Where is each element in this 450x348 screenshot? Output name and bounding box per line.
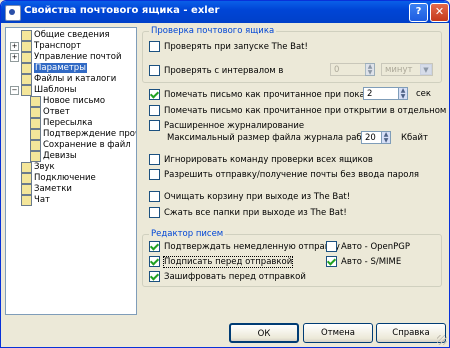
tree-item-notes[interactable]: Заметки — [10, 184, 72, 195]
tree-item-chat[interactable]: Чат — [10, 195, 50, 206]
ignore-check-all-checkbox[interactable] — [149, 154, 160, 165]
tree-item-sound[interactable]: Звук — [10, 162, 55, 173]
app-icon — [5, 5, 21, 21]
save-file-icon — [30, 140, 41, 151]
tree-item-mail-management[interactable]: + Управление почтой — [10, 52, 121, 63]
check-on-start-row[interactable]: Проверять при запуске The Bat! — [149, 41, 308, 53]
close-button[interactable]: ✕ — [430, 3, 449, 22]
collapse-icon[interactable]: − — [10, 86, 19, 95]
allow-send-row[interactable]: Разрешить отправку/получение почты без в… — [149, 169, 419, 181]
compress-folders-row[interactable]: Сжать все папки при выходе из The Bat! — [149, 207, 347, 219]
extended-log-row[interactable]: Расширенное журналирование — [149, 120, 304, 132]
reply-icon — [30, 107, 41, 118]
tree-item-save-file[interactable]: Сохранение в файл — [30, 140, 131, 151]
auto-openpgp-row[interactable]: Авто - OpenPGP — [326, 241, 410, 253]
sign-before-send-checkbox[interactable] — [149, 256, 160, 267]
help-title-button[interactable]: ? — [409, 3, 428, 22]
tree-item-new-mail[interactable]: Новое письмо — [30, 96, 105, 107]
page-icon — [21, 30, 32, 41]
tree-item-transport[interactable]: + Транспорт — [10, 41, 81, 52]
window-title: Свойства почтового ящика - exler — [24, 5, 220, 16]
interval-spinner[interactable]: ▲ ▼ — [365, 63, 375, 76]
params-icon — [21, 63, 32, 74]
encrypt-before-send-checkbox[interactable] — [149, 271, 160, 282]
allow-send-checkbox[interactable] — [149, 169, 160, 180]
tree-item-connection[interactable]: Подключение — [10, 173, 96, 184]
tree-item-parameters[interactable]: Параметры — [10, 63, 87, 74]
max-log-size-label: Максимальный размер файла журнала работы… — [167, 133, 382, 143]
connection-icon — [21, 173, 32, 184]
check-interval-row[interactable]: Проверять с интервалом в — [149, 65, 283, 77]
auto-smime-checkbox[interactable] — [326, 256, 337, 267]
empty-trash-row[interactable]: Очищать корзину при выходе из The Bat! — [149, 191, 350, 203]
tree-item-general[interactable]: Общие сведения — [10, 30, 110, 41]
mail-manage-icon — [21, 52, 32, 63]
mark-read-window-row[interactable]: Помечать письмо как прочитанное при откр… — [149, 105, 449, 117]
tree-item-read-confirm[interactable]: Подтверждение прочт — [30, 129, 136, 140]
cancel-button[interactable]: Отмена — [303, 323, 373, 343]
new-mail-icon — [30, 96, 41, 107]
sound-icon — [21, 162, 32, 173]
forward-icon — [30, 118, 41, 129]
properties-window: Свойства почтового ящика - exler ? ✕ Общ… — [0, 0, 450, 348]
auto-openpgp-checkbox[interactable] — [326, 241, 337, 252]
settings-tree[interactable]: Общие сведения + Транспорт + Управление по… — [5, 27, 137, 315]
mail-editor-title: Редактор писем — [149, 229, 226, 239]
encrypt-before-send-row[interactable]: Зашифровать перед отправкой — [149, 271, 306, 283]
tree-item-mottos[interactable]: Девизы — [30, 151, 77, 162]
log-size-spinner[interactable]: ▲ ▼ — [381, 131, 391, 144]
chat-icon — [21, 195, 32, 206]
tree-item-reply[interactable]: Ответ — [30, 107, 70, 118]
mailbox-check-title: Проверка почтового ящика — [149, 26, 277, 36]
seconds-label: сек — [416, 89, 432, 99]
mottos-icon — [30, 151, 41, 162]
tree-item-templates[interactable]: − Шаблоны — [10, 85, 76, 96]
folder-icon — [21, 74, 32, 85]
templates-icon — [21, 85, 32, 96]
mark-read-window-checkbox[interactable] — [149, 105, 160, 116]
check-on-start-checkbox[interactable] — [149, 41, 160, 52]
title-bar: Свойства почтового ящика - exler ? ✕ — [1, 1, 449, 23]
empty-trash-checkbox[interactable] — [149, 191, 160, 202]
tree-item-files[interactable]: Файлы и каталоги — [10, 74, 116, 85]
expand-icon[interactable]: + — [10, 42, 19, 51]
log-size-unit: Кбайт — [401, 133, 428, 143]
help-button[interactable]: Справка — [376, 323, 446, 343]
auto-smime-row[interactable]: Авто - S/MIME — [326, 256, 401, 268]
notes-icon — [21, 184, 32, 195]
tree-item-forward[interactable]: Пересылка — [30, 118, 92, 129]
compress-folders-checkbox[interactable] — [149, 207, 160, 218]
ignore-check-all-row[interactable]: Игнорировать команду проверки всех ящико… — [149, 154, 373, 166]
mark-read-timer-checkbox[interactable] — [149, 89, 160, 100]
resize-grip[interactable] — [437, 335, 447, 345]
confirm-icon — [30, 129, 41, 140]
confirm-immediate-row[interactable]: Подтверждать немедленную отправку — [149, 241, 340, 253]
transport-icon — [21, 41, 32, 52]
sign-before-send-row[interactable]: Подписать перед отправкой — [149, 256, 294, 268]
expand-icon[interactable]: + — [10, 53, 19, 62]
ok-button[interactable]: ОК — [229, 323, 299, 343]
seconds-spinner[interactable]: ▲ ▼ — [398, 87, 408, 100]
extended-log-checkbox[interactable] — [149, 120, 160, 131]
confirm-immediate-checkbox[interactable] — [149, 241, 160, 252]
check-interval-checkbox[interactable] — [149, 65, 160, 76]
chevron-down-icon[interactable]: ▼ — [420, 64, 432, 75]
